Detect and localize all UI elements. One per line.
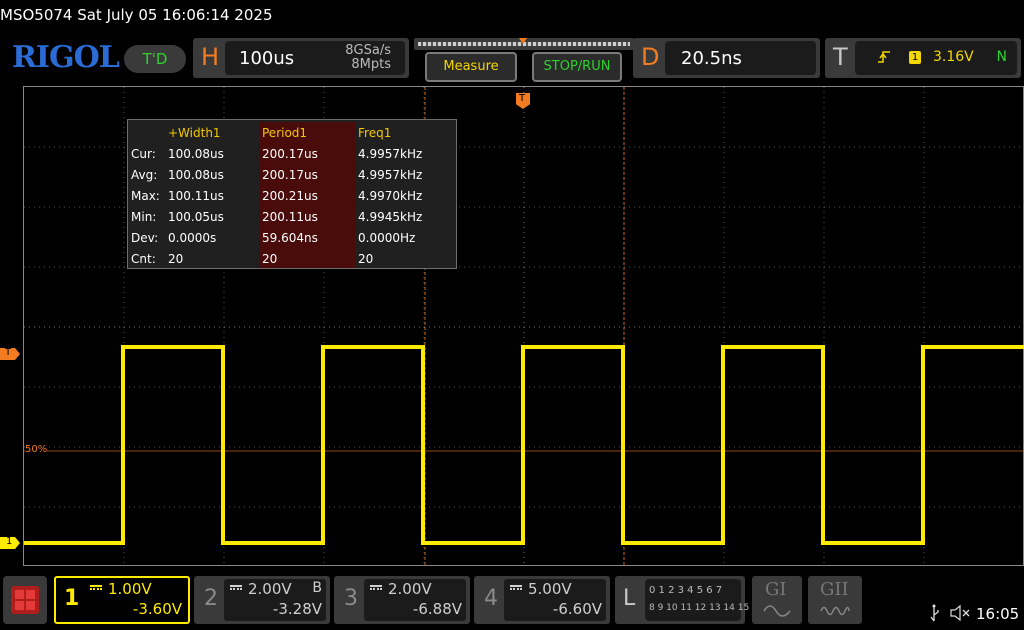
- channel-offset: -6.88V: [412, 600, 462, 618]
- measurement-value: 200.21us: [262, 189, 318, 203]
- modulated-wave-icon: [820, 606, 850, 616]
- channel-number: 2: [204, 586, 218, 611]
- grid-menu-icon: [15, 590, 35, 610]
- measurement-value: 0.0000s: [168, 231, 217, 245]
- channel-scale: 1.00V: [108, 580, 152, 598]
- measurement-value: 4.9957kHz: [358, 147, 423, 161]
- delay-readout: 20.5ns: [665, 41, 816, 75]
- measurement-value: 100.08us: [168, 168, 224, 182]
- timebase-value: 100us: [239, 48, 295, 69]
- channel-scale: 2.00V: [388, 580, 432, 598]
- horizontal-letter: H: [201, 43, 220, 71]
- delay-panel[interactable]: D 20.5ns: [633, 38, 820, 78]
- rigol-logo: RIGOL: [12, 40, 120, 75]
- memory-position-bar[interactable]: [414, 38, 634, 50]
- channel-offset: -3.28V: [272, 600, 322, 618]
- window-title: MSO5074 Sat July 05 16:06:14 2025: [0, 6, 273, 24]
- measurement-value: 100.08us: [168, 147, 224, 161]
- logic-letter: L: [623, 586, 636, 611]
- channel-number: 4: [484, 586, 498, 611]
- logic-row-2: 8 9 10 11 12 13 14 15: [649, 603, 750, 613]
- measurement-row-label: Min:: [131, 210, 157, 224]
- measurement-value: 20: [168, 252, 184, 266]
- trigger-panel[interactable]: T 1 3.16V N: [825, 38, 1021, 78]
- measurement-value: 4.9945kHz: [358, 210, 423, 224]
- measurement-value: 100.11us: [168, 189, 224, 203]
- channel-scale: 5.00V: [528, 580, 572, 598]
- channel-3-panel[interactable]: 3 2.00V -6.88V: [334, 576, 470, 624]
- trigger-position-marker: [519, 38, 527, 44]
- trigger-status-badge: T'D: [124, 45, 186, 73]
- measurement-value: 100.05us: [168, 210, 224, 224]
- delay-letter: D: [641, 43, 660, 71]
- header-period: Period1: [262, 126, 308, 140]
- memory-depth: 8Mpts: [351, 57, 391, 72]
- trigger-mode: N: [996, 49, 1007, 65]
- channel1-offset-marker[interactable]: 1: [0, 537, 20, 549]
- measurement-value: 200.17us: [262, 168, 318, 182]
- trigger-letter: T: [833, 43, 848, 71]
- menu-button[interactable]: [3, 576, 47, 624]
- measurement-row-label: Cnt:: [131, 252, 156, 266]
- generator-2-label: GII: [820, 579, 849, 600]
- speaker-muted-icon[interactable]: [950, 605, 972, 621]
- horizontal-readout: 100us 8GSa/s 8Mpts: [225, 41, 405, 75]
- channel-1-panel[interactable]: 1 1.00V -3.60V: [54, 576, 190, 624]
- channel-2-panel[interactable]: 2 2.00V B -3.28V: [194, 576, 330, 624]
- measurement-value: 4.9970kHz: [358, 189, 423, 203]
- generator-2-button[interactable]: GII: [808, 576, 862, 624]
- generator-1-button[interactable]: GI: [752, 576, 802, 624]
- measurement-row-label: Max:: [131, 189, 160, 203]
- measurement-value: 0.0000Hz: [358, 231, 416, 245]
- measurement-value: 200.17us: [262, 147, 318, 161]
- measurement-value: 4.9957kHz: [358, 168, 423, 182]
- delay-value: 20.5ns: [681, 48, 742, 69]
- stop-run-button[interactable]: STOP/RUN: [532, 52, 622, 82]
- channel-scale: 2.00V: [248, 580, 292, 598]
- sample-rate: 8GSa/s: [345, 43, 391, 58]
- trigger-level-marker[interactable]: T: [0, 348, 20, 360]
- channel1-offset-marker-label: 1: [6, 536, 13, 547]
- header-width: +Width1: [168, 126, 221, 140]
- channel-offset: -3.60V: [132, 600, 182, 618]
- channel-number: 1: [64, 586, 80, 611]
- trigger-channel-badge: 1: [909, 51, 921, 64]
- header-freq: Freq1: [358, 126, 392, 140]
- measurement-row-label: Dev:: [131, 231, 159, 245]
- threshold-label: 50%: [25, 444, 48, 455]
- measurement-table: +Width1 Period1 Freq1 Cur: 100.08us 200.17…: [127, 119, 457, 269]
- logic-panel[interactable]: L 0 1 2 3 4 5 6 7 8 9 10 11 12 13 14 15: [615, 576, 749, 624]
- dc-coupling-icon: [90, 585, 102, 590]
- horizontal-panel[interactable]: H 100us 8GSa/s 8Mpts: [193, 38, 409, 78]
- channel-offset: -6.60V: [552, 600, 602, 618]
- rising-edge-icon: [877, 49, 891, 65]
- measure-button[interactable]: Measure: [425, 52, 517, 82]
- measurement-value: 20: [358, 252, 374, 266]
- dc-coupling-icon: [370, 585, 382, 590]
- measurement-row-label: Cur:: [131, 147, 156, 161]
- logic-row-1: 0 1 2 3 4 5 6 7: [649, 585, 723, 596]
- sine-wave-icon: [763, 605, 791, 617]
- usb-icon: [930, 604, 939, 622]
- dc-coupling-icon: [510, 585, 522, 590]
- top-trigger-marker-label: T: [519, 93, 526, 104]
- trigger-level: 3.16V: [933, 49, 974, 65]
- channel-1-waveform: [24, 345, 1024, 545]
- measurement-value: 59.604ns: [262, 231, 318, 245]
- measurement-value: 20: [262, 252, 278, 266]
- trigger-level-marker-label: T: [5, 347, 12, 358]
- channel-4-panel[interactable]: 4 5.00V -6.60V: [474, 576, 610, 624]
- trigger-readout: 1 3.16V N: [855, 41, 1017, 75]
- channel-number: 3: [344, 586, 358, 611]
- clock-time: 16:05: [976, 605, 1020, 623]
- dc-coupling-icon: [230, 585, 242, 590]
- generator-1-label: GI: [765, 579, 787, 600]
- measurement-row-label: Avg:: [131, 168, 158, 182]
- channel-bandwidth-flag: B: [312, 580, 322, 596]
- measurement-value: 200.11us: [262, 210, 318, 224]
